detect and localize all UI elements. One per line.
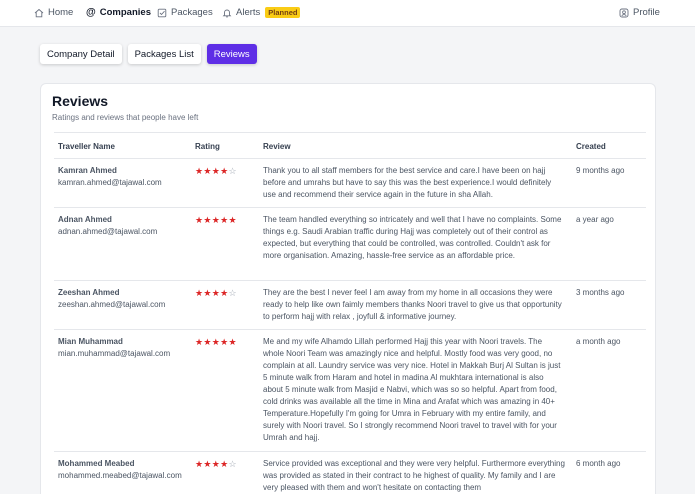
nav-home-label: Home <box>48 7 74 18</box>
check-square-icon <box>157 8 167 17</box>
top-navigation: Home @ Companies Packages Alerts Planned… <box>0 0 695 27</box>
star-filled-icon: ★ <box>203 459 212 469</box>
tab-bar: Company Detail Packages List Reviews <box>40 44 263 64</box>
nav-packages[interactable]: Packages <box>157 7 213 18</box>
reviews-card: Reviews Ratings and reviews that people … <box>40 83 656 494</box>
rating-stars: ★★★★★ <box>195 337 237 347</box>
nav-profile[interactable]: Profile <box>619 7 660 18</box>
traveller-cell: Zeeshan Ahmed zeeshan.ahmed@tajawal.com <box>58 288 165 309</box>
star-filled-icon: ★ <box>220 459 229 469</box>
traveller-name: Zeeshan Ahmed <box>58 288 120 297</box>
traveller-email: kamran.ahmed@tajawal.com <box>58 178 162 187</box>
star-filled-icon: ★ <box>220 337 229 347</box>
nav-companies-label: Companies <box>99 7 151 18</box>
created-date: 3 months ago <box>576 288 625 297</box>
traveller-email: mian.muhammad@tajawal.com <box>58 349 171 358</box>
star-filled-icon: ★ <box>203 337 212 347</box>
table-row: Adnan Ahmed adnan.ahmed@tajawal.com ★★★★… <box>54 208 646 281</box>
star-filled-icon: ★ <box>211 166 221 176</box>
traveller-cell: Kamran Ahmed kamran.ahmed@tajawal.com <box>58 166 162 187</box>
rating-stars: ★★★★☆ <box>195 288 237 298</box>
review-text: Thank you to all staff members for the b… <box>263 166 552 199</box>
star-filled-icon: ★ <box>203 215 212 225</box>
nav-profile-label: Profile <box>633 7 660 18</box>
traveller-name: Adnan Ahmed <box>58 215 112 224</box>
table-header: Traveller Name Rating Review Created <box>54 132 646 159</box>
star-filled-icon: ★ <box>211 459 221 469</box>
star-filled-icon: ★ <box>211 288 221 298</box>
nav-alerts[interactable]: Alerts Planned <box>222 7 301 18</box>
table-row: Mohammed Meabed mohammed.meabed@tajawal.… <box>54 452 646 494</box>
created-date: a year ago <box>576 215 614 224</box>
star-empty-icon: ☆ <box>228 166 237 176</box>
created-date: 9 months ago <box>576 166 625 175</box>
tab-reviews[interactable]: Reviews <box>206 44 257 64</box>
review-text: Service provided was exceptional and the… <box>263 459 565 492</box>
star-filled-icon: ★ <box>220 288 229 298</box>
planned-badge: Planned <box>265 7 301 18</box>
reviews-title: Reviews <box>52 93 109 109</box>
created-date: a month ago <box>576 337 621 346</box>
header-created: Created <box>576 142 606 151</box>
tab-company-detail[interactable]: Company Detail <box>40 44 122 64</box>
star-filled-icon: ★ <box>211 215 221 225</box>
star-filled-icon: ★ <box>228 337 237 347</box>
star-filled-icon: ★ <box>203 166 212 176</box>
rating-stars: ★★★★☆ <box>195 166 237 176</box>
nav-packages-label: Packages <box>171 7 213 18</box>
star-filled-icon: ★ <box>220 215 229 225</box>
traveller-cell: Mian Muhammad mian.muhammad@tajawal.com <box>58 337 170 358</box>
star-filled-icon: ★ <box>211 337 221 347</box>
tab-packages-list[interactable]: Packages List <box>127 44 201 64</box>
profile-icon <box>619 8 629 17</box>
star-filled-icon: ★ <box>203 288 212 298</box>
nav-home[interactable]: Home <box>34 7 73 18</box>
traveller-cell: Adnan Ahmed adnan.ahmed@tajawal.com <box>58 215 157 236</box>
traveller-email: zeeshan.ahmed@tajawal.com <box>58 300 166 309</box>
star-filled-icon: ★ <box>220 166 229 176</box>
rating-stars: ★★★★☆ <box>195 459 237 469</box>
header-review: Review <box>263 142 291 151</box>
review-text: Me and my wife Alhamdo Lillah performed … <box>263 337 561 442</box>
header-rating: Rating <box>195 142 220 151</box>
table-row: Mian Muhammad mian.muhammad@tajawal.com … <box>54 330 646 452</box>
header-traveller-name: Traveller Name <box>58 142 115 151</box>
traveller-email: mohammed.meabed@tajawal.com <box>58 471 182 480</box>
traveller-name: Mohammed Meabed <box>58 459 135 468</box>
table-row: Zeeshan Ahmed zeeshan.ahmed@tajawal.com … <box>54 281 646 330</box>
created-date: 6 month ago <box>576 459 621 468</box>
at-icon: @ <box>86 7 96 18</box>
table-row: Kamran Ahmed kamran.ahmed@tajawal.com ★★… <box>54 159 646 208</box>
review-text: The team handled everything so intricate… <box>263 215 562 260</box>
home-icon <box>34 8 44 17</box>
review-text: They are the best I never feel I am away… <box>263 288 562 321</box>
reviews-subtitle: Ratings and reviews that people have lef… <box>52 113 199 122</box>
nav-companies[interactable]: @ Companies <box>86 7 151 18</box>
traveller-email: adnan.ahmed@tajawal.com <box>58 227 158 236</box>
traveller-cell: Mohammed Meabed mohammed.meabed@tajawal.… <box>58 459 182 480</box>
star-empty-icon: ☆ <box>228 459 237 469</box>
traveller-name: Mian Muhammad <box>58 337 123 346</box>
reviews-table: Traveller Name Rating Review Created Kam… <box>54 132 646 494</box>
traveller-name: Kamran Ahmed <box>58 166 117 175</box>
nav-alerts-label: Alerts <box>236 7 261 18</box>
bell-icon <box>222 9 232 18</box>
star-filled-icon: ★ <box>228 215 237 225</box>
star-empty-icon: ☆ <box>228 288 237 298</box>
rating-stars: ★★★★★ <box>195 215 237 225</box>
